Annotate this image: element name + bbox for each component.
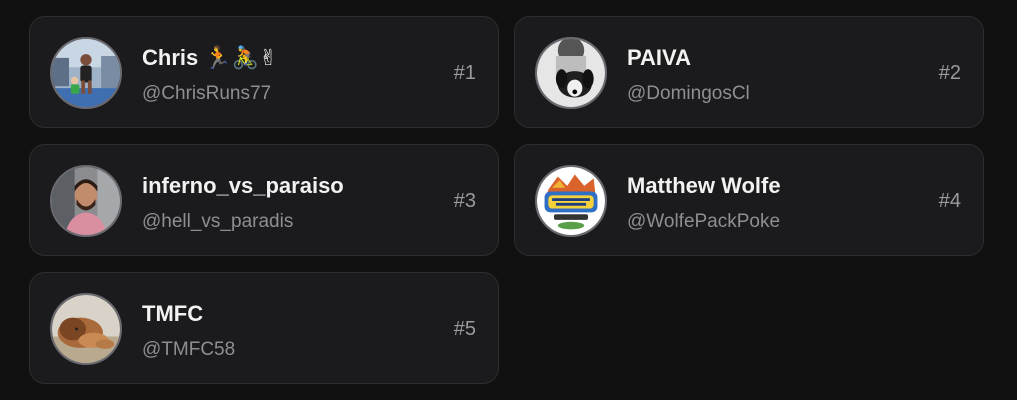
username-handle: @TMFC58	[142, 339, 236, 360]
user-card-2[interactable]: PAIVA @DomingosCl #2	[514, 16, 984, 128]
rank-label: #5	[453, 318, 476, 340]
user-card-1[interactable]: Chris 🏃🚴✌ @ChrisRuns77 #1	[29, 16, 499, 128]
user-card-grid: Chris 🏃🚴✌ @ChrisRuns77 #1 PAIVA @Domingo…	[0, 0, 1017, 400]
username-handle: @hell_vs_paradis	[142, 211, 294, 232]
display-name: TMFC	[142, 301, 204, 326]
user-card-3[interactable]: inferno_vs_paraiso @hell_vs_paradis #3	[29, 144, 499, 256]
rank-label: #1	[453, 62, 476, 84]
user-card-4[interactable]: Matthew Wolfe @WolfePackPoke #4	[514, 144, 984, 256]
username-handle: @ChrisRuns77	[142, 83, 272, 104]
rank-label: #3	[453, 190, 476, 212]
display-name: PAIVA	[627, 45, 691, 70]
car-selfie-avatar[interactable]	[50, 165, 122, 237]
username-handle: @WolfePackPoke	[627, 211, 781, 232]
user-card-5[interactable]: TMFC @TMFC58 #5	[29, 272, 499, 384]
dog-photo-avatar[interactable]	[535, 37, 607, 109]
rank-label: #2	[938, 62, 961, 84]
rank-label: #4	[938, 190, 961, 212]
username-handle: @DomingosCl	[627, 83, 750, 104]
display-name: Chris 🏃🚴✌	[142, 45, 278, 70]
display-name: inferno_vs_paraiso	[142, 173, 344, 198]
wolfe-pack-poke-logo-avatar[interactable]	[535, 165, 607, 237]
runner-photo-avatar[interactable]	[50, 37, 122, 109]
lion-photo-avatar[interactable]	[50, 293, 122, 365]
display-name: Matthew Wolfe	[627, 173, 781, 198]
